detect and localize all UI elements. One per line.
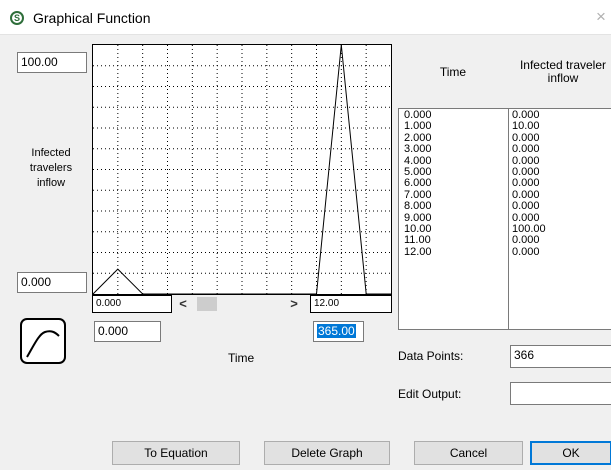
- time-cell: 8.000: [404, 200, 432, 213]
- edit-output-label: Edit Output:: [398, 387, 462, 401]
- y-axis-label: Infected travelers inflow: [29, 147, 73, 189]
- stella-s-icon: S: [10, 11, 24, 25]
- graph-scrollbar[interactable]: 0.000 < > 12.00: [92, 295, 392, 315]
- table-row[interactable]: 8.000 0.000: [398, 200, 611, 213]
- table-rows[interactable]: 0.000 0.000 1.000 10.00 2.000 0.000 3.000 0.000…: [398, 109, 611, 328]
- time-cell: 3.000: [404, 143, 432, 156]
- scroll-right-value: 12.00: [310, 295, 392, 313]
- data-points-label: Data Points:: [398, 349, 464, 363]
- curve-preset-icon: [26, 330, 60, 358]
- x-axis-label: Time: [228, 351, 255, 365]
- ok-button[interactable]: OK: [530, 441, 611, 465]
- delete-graph-button[interactable]: Delete Graph: [264, 441, 390, 465]
- window-title: Graphical Function: [33, 10, 151, 26]
- scroll-left-arrow-icon[interactable]: <: [176, 296, 190, 312]
- value-cell: 0.000: [512, 143, 540, 156]
- close-icon[interactable]: ×: [596, 8, 611, 26]
- edit-output-field[interactable]: [510, 382, 611, 405]
- data-points-field[interactable]: 366: [510, 345, 611, 368]
- y-min-field[interactable]: 0.000: [17, 272, 87, 293]
- table-row[interactable]: 12.00 0.000: [398, 245, 611, 258]
- graph-plot-area[interactable]: [92, 44, 392, 295]
- table-header-value: Infected traveler inflow: [519, 58, 607, 85]
- x-min-field[interactable]: 0.000: [94, 321, 161, 342]
- graph-svg[interactable]: [93, 45, 391, 294]
- scroll-thumb[interactable]: [197, 297, 217, 311]
- title-divider: [0, 34, 611, 35]
- value-cell: 0.000: [512, 200, 540, 213]
- scroll-right-arrow-icon[interactable]: >: [287, 296, 301, 312]
- value-cell: 0.000: [512, 245, 540, 258]
- x-max-value: 365.00: [317, 324, 356, 338]
- x-max-field[interactable]: 365.00: [313, 321, 364, 342]
- to-equation-button[interactable]: To Equation: [112, 441, 240, 465]
- scroll-left-value: 0.000: [92, 295, 172, 313]
- y-max-field[interactable]: 100.00: [17, 52, 87, 73]
- cancel-button[interactable]: Cancel: [414, 441, 523, 465]
- table-header-time: Time: [439, 65, 467, 79]
- table-row[interactable]: 3.000 0.000: [398, 143, 611, 156]
- time-cell: 12.00: [404, 245, 432, 258]
- curve-preset-button[interactable]: [20, 318, 66, 364]
